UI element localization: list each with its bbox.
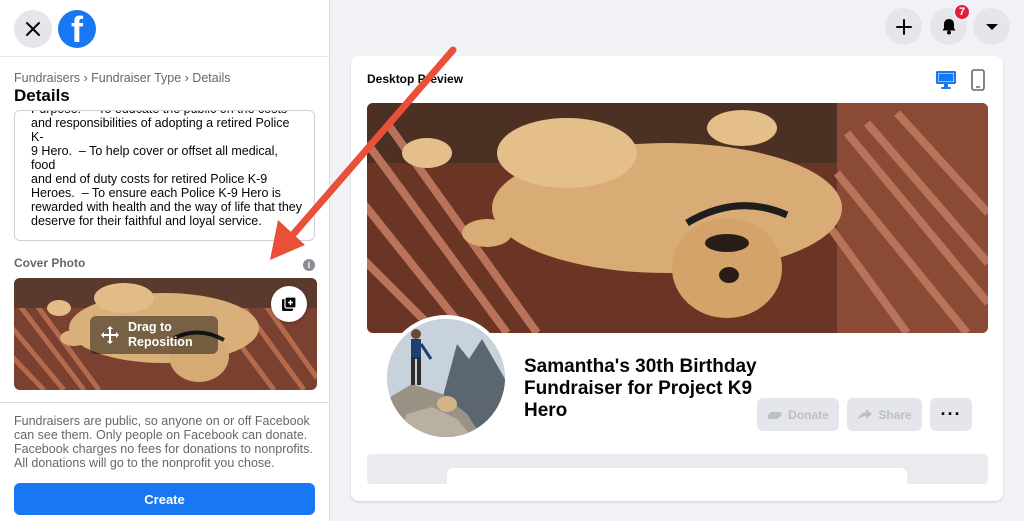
notification-count-badge: 7: [953, 3, 971, 21]
donate-button[interactable]: Donate: [757, 398, 839, 431]
preview-title: Desktop Preview: [367, 72, 464, 86]
drag-to-reposition-hint[interactable]: Drag to Reposition: [90, 316, 218, 354]
facebook-logo-letter: f: [71, 10, 83, 48]
page-title: Details: [14, 86, 70, 105]
change-cover-photo-button[interactable]: [271, 286, 307, 322]
close-button[interactable]: [14, 10, 52, 48]
preview-tab-strip: [367, 454, 988, 484]
description-textarea[interactable]: medical costs, food and end of duty serv…: [14, 110, 315, 241]
info-icon[interactable]: i: [303, 259, 315, 271]
fundraiser-disclaimer: Fundraisers are public, so anyone on or …: [14, 414, 313, 470]
section-divider: [0, 402, 329, 403]
fundraiser-title: Samantha's 30th Birthday Fundraiser for …: [524, 356, 757, 421]
donate-label: Donate: [788, 407, 829, 422]
drag-to-reposition-label: Drag to Reposition: [128, 320, 193, 349]
avatar-image: [387, 319, 505, 437]
close-icon: [26, 22, 40, 36]
caret-down-icon: [985, 23, 998, 30]
create-menu-button[interactable]: [885, 8, 922, 45]
breadcrumb[interactable]: Fundraisers › Fundraiser Type › Details: [14, 71, 231, 85]
avatar: [383, 315, 509, 441]
move-icon: [101, 326, 119, 344]
share-button[interactable]: Share: [847, 398, 922, 431]
desktop-icon[interactable]: [935, 70, 957, 90]
donate-icon: [768, 411, 783, 419]
preview-tab-placeholder: [447, 468, 907, 484]
account-menu-button[interactable]: [973, 8, 1010, 45]
preview-cover-photo: [367, 103, 988, 333]
desktop-preview-card: Desktop Preview Samantha's 30th Birthday…: [351, 56, 1003, 501]
share-icon: [858, 409, 873, 420]
description-text: medical costs, food and end of duty serv…: [31, 111, 302, 228]
cover-photo-editor[interactable]: Drag to Reposition: [14, 278, 317, 390]
create-button[interactable]: Create: [14, 483, 315, 515]
cover-photo-label: Cover Photo: [14, 256, 86, 270]
facebook-logo[interactable]: f: [58, 10, 96, 48]
form-topbar: f: [0, 0, 329, 57]
share-label: Share: [878, 407, 912, 422]
preview-cover-image: [367, 103, 988, 333]
fundraiser-form-panel: f Fundraisers › Fundraiser Type › Detail…: [0, 0, 330, 521]
mobile-icon[interactable]: [971, 69, 985, 91]
bell-icon: [942, 19, 955, 35]
more-options-button[interactable]: ···: [930, 398, 972, 431]
plus-icon: [895, 18, 912, 35]
photo-add-icon: [282, 296, 297, 311]
